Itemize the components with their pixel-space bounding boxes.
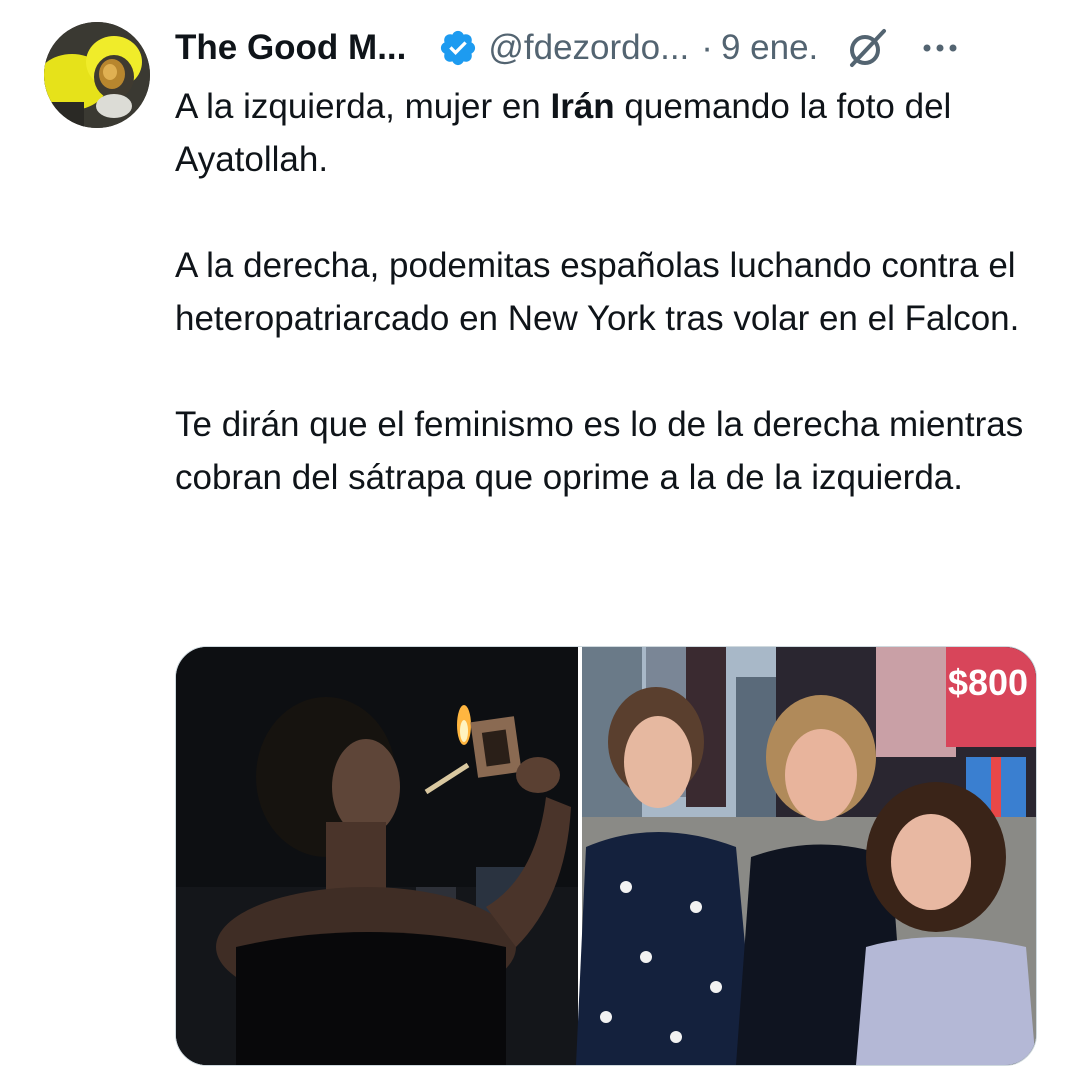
handle[interactable]: @fdezordo... — [488, 28, 689, 68]
tweet-media[interactable]: $800 — [175, 646, 1037, 1066]
media-images: $800 — [176, 647, 1036, 1065]
more-options-icon[interactable] — [920, 28, 960, 68]
tweet-header: The Good M... @fdezordo... · 9 ene. — [175, 24, 1040, 72]
hashtag-iran[interactable]: Irán — [550, 87, 614, 126]
avatar[interactable] — [44, 22, 150, 128]
tweet-date[interactable]: 9 ene. — [721, 28, 818, 68]
display-name[interactable]: The Good M... — [175, 28, 406, 68]
right-photo[interactable]: $800 — [576, 647, 1036, 1065]
left-photo[interactable] — [176, 647, 578, 1065]
billboard-text: $800 — [948, 662, 1028, 703]
tweet-paragraph-2: A la derecha, podemitas españolas luchan… — [175, 246, 1020, 338]
tweet-paragraph-3: Te dirán que el feminismo es lo de la de… — [175, 405, 1024, 497]
grok-icon[interactable] — [844, 25, 890, 71]
tweet-text-segment: A la izquierda, mujer en — [175, 87, 551, 126]
tweet-paragraph-1: A la izquierda, mujer en Irán quemando l… — [175, 80, 1045, 186]
tweet-text: A la izquierda, mujer en Irán quemando l… — [175, 80, 1045, 504]
verified-badge-icon — [438, 28, 478, 68]
avatar-image — [44, 22, 150, 128]
separator-dot: · — [701, 28, 713, 67]
